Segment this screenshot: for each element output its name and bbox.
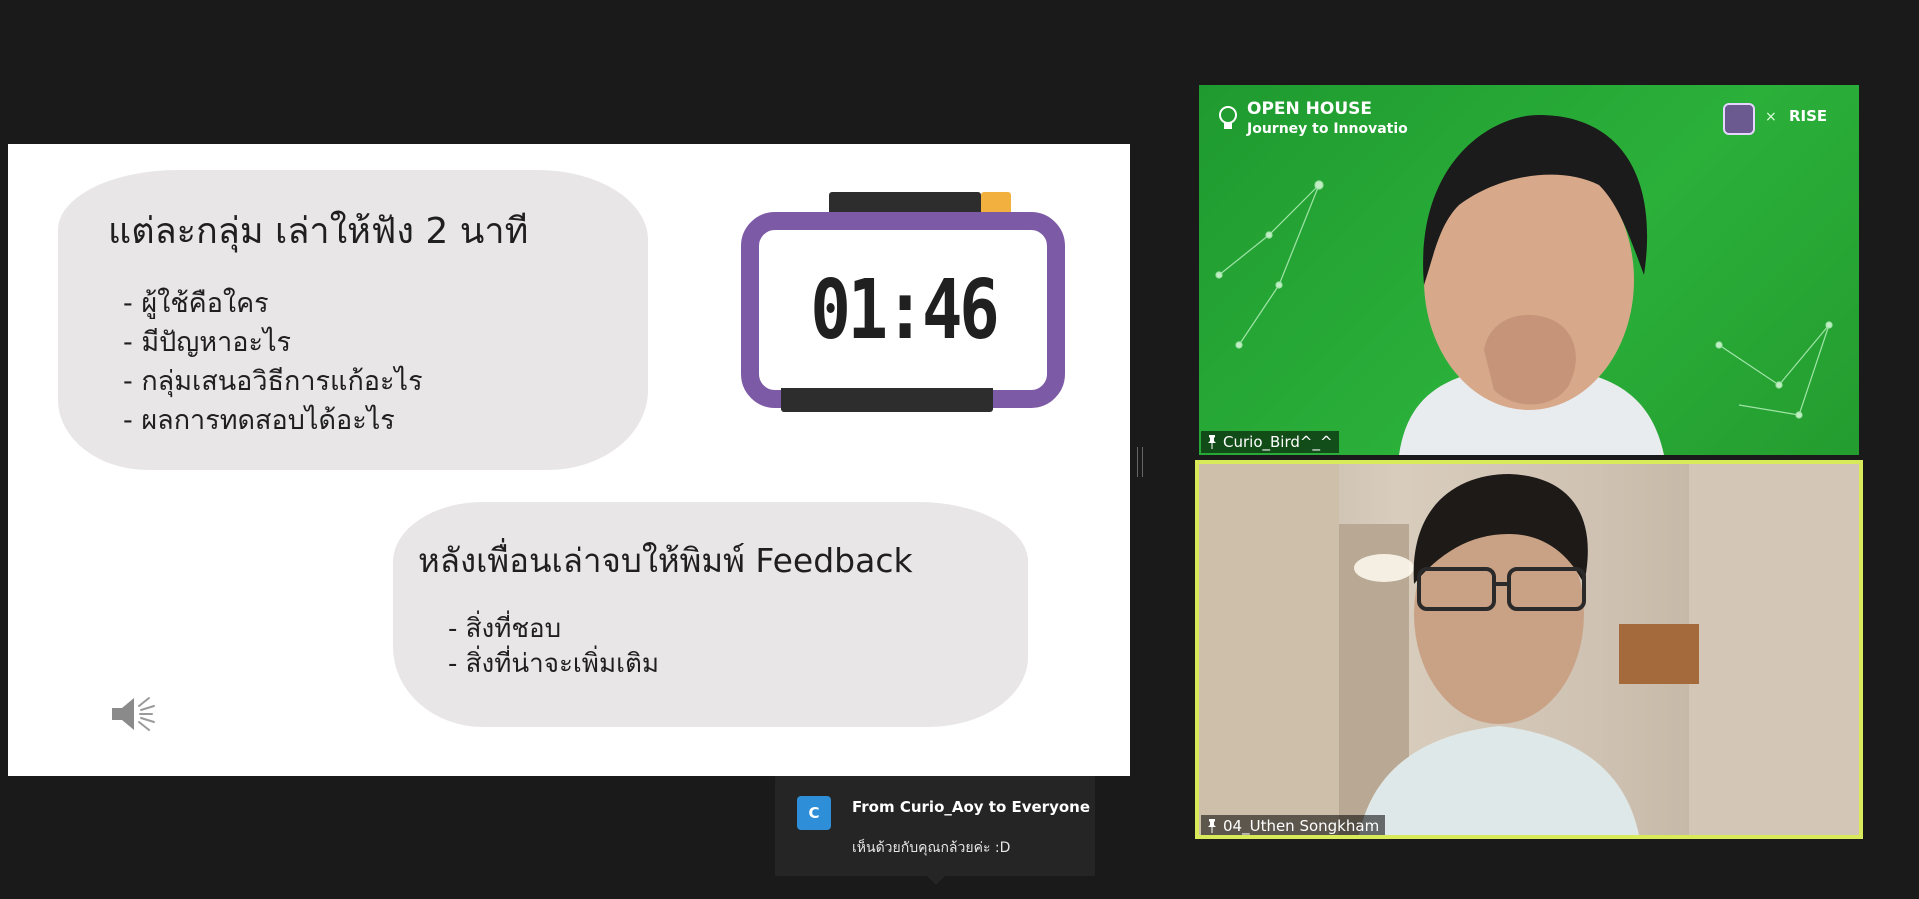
slide-heading-1: แต่ละกลุ่ม เล่าให้ฟัง 2 นาที [108, 211, 529, 252]
participant-video-background [1199, 464, 1859, 835]
timer-frame: 01:46 [741, 212, 1065, 408]
pin-icon [1208, 819, 1216, 833]
background-title: OPEN HOUSE [1247, 99, 1373, 119]
logo-separator: × [1765, 109, 1777, 125]
participant-name-tag: 04_Uthen Songkham [1201, 815, 1386, 835]
pin-icon [1208, 435, 1216, 449]
video-tile-uthen-songkham[interactable]: 04_Uthen Songkham [1195, 460, 1863, 839]
participant-video-background [1215, 115, 1833, 455]
countdown-timer-graphic: 01:46 [731, 192, 1065, 422]
video-tile-curio-bird[interactable]: OPEN HOUSE Journey to Innovatio × RISE C… [1199, 85, 1859, 455]
slide-bullet-list-1: - ผู้ใช้คือใคร - มีปัญหาอะไร - กลุ่มเสนอ… [123, 284, 423, 440]
background-subtitle: Journey to Innovatio [1247, 121, 1408, 137]
chat-notification-toast[interactable]: C From Curio_Aoy to Everyone เห็นด้วยกับ… [775, 776, 1095, 885]
participant-name: 04_Uthen Songkham [1223, 817, 1380, 835]
slide-bullet: - กลุ่มเสนอวิธีการแก้อะไร [123, 366, 423, 397]
chat-sender-line: From Curio_Aoy to Everyone [852, 798, 1091, 816]
speaker-icon[interactable] [104, 684, 164, 744]
rise-logo: RISE [1789, 107, 1828, 125]
participant-name: Curio_Bird^_^ [1223, 433, 1333, 451]
timer-button [981, 192, 1011, 214]
slide-bullet: - สิ่งที่น่าจะเพิ่มเติม [448, 649, 659, 679]
participant-name-tag: Curio_Bird^_^ [1201, 431, 1339, 453]
slide-bullet: - สิ่งที่ชอบ [448, 614, 562, 644]
timer-digits: 01:46 [809, 262, 999, 358]
timer-bottom-bar [781, 388, 993, 412]
slide-heading-2: หลังเพื่อนเล่าจบให้พิมพ์ Feedback [418, 541, 913, 580]
slide-bullet: - ผู้ใช้คือใคร [123, 288, 269, 319]
partner-logo-icon [1723, 103, 1755, 135]
panel-resize-handle[interactable] [1137, 447, 1143, 477]
sender-avatar: C [797, 796, 831, 830]
chat-message-text: เห็นด้วยกับคุณกล้วยค่ะ :D [852, 840, 1011, 856]
slide-bullet-list-2: - สิ่งที่ชอบ - สิ่งที่น่าจะเพิ่มเติม [448, 612, 659, 682]
slide-bullet: - ผลการทดสอบได้อะไร [123, 405, 395, 436]
lightbulb-icon [1219, 106, 1237, 129]
slide-bullet: - มีปัญหาอะไร [123, 327, 292, 358]
shared-screen-slide: แต่ละกลุ่ม เล่าให้ฟัง 2 นาที - ผู้ใช้คือ… [8, 144, 1130, 776]
